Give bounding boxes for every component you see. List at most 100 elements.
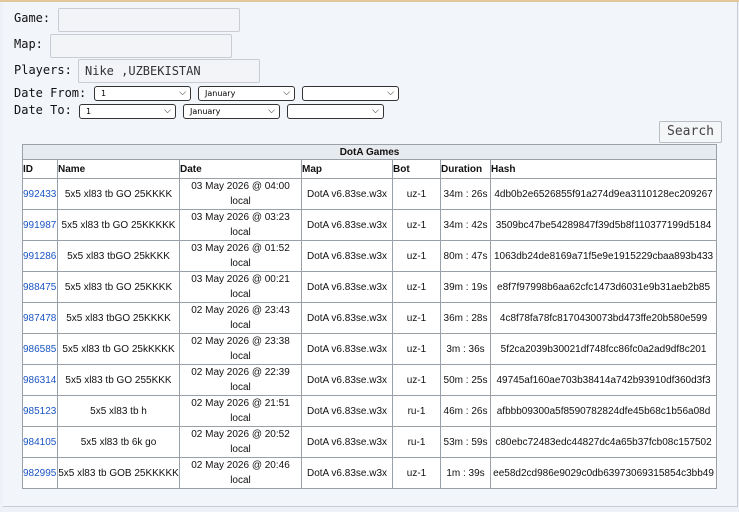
- game-bot: ru-1: [392, 426, 441, 458]
- games-table: DotA Games ID Name Date Map Bot Duration…: [21, 144, 718, 489]
- players-input[interactable]: Nike ,UZBEKISTAN: [78, 59, 260, 83]
- game-date: 03 May 2026 @ 03:23: [191, 212, 290, 223]
- game-bot: uz-1: [392, 178, 441, 210]
- date-from-day-select[interactable]: 1 ⌵: [94, 86, 191, 101]
- game-map: DotA v6.83se.w3x: [301, 457, 393, 489]
- date-to-day-value: 1: [86, 107, 92, 116]
- table-row: 982995 5x5 xl83 tb GOB 25KKKKK 02 May 2026…: [22, 457, 718, 489]
- game-hash: afbbb09300a5f8590782824dfe45b68c1b56a08d: [489, 395, 718, 427]
- date-to-label: Date To:: [14, 103, 72, 117]
- date-to-month-select[interactable]: January ⌵: [183, 104, 280, 119]
- game-hash: ee58d2cd986e9029c0db63973069315854c3bb49: [489, 457, 718, 489]
- game-hash: 5f2ca2039b30021df748fcc86fc0a2ad9df8c201: [489, 333, 718, 365]
- game-hash: 3509bc47be54289847f39d5b8f110377199d5184: [489, 209, 718, 241]
- date-from-label: Date From:: [14, 86, 87, 100]
- game-id-link[interactable]: 986314: [22, 364, 58, 396]
- game-name: 5x5 xl83 tb GO 25KKKK: [57, 271, 180, 303]
- date-from-year-select[interactable]: ⌵: [302, 86, 399, 101]
- chevron-down-icon: ⌵: [372, 106, 379, 116]
- chevron-down-icon: ⌵: [179, 88, 186, 98]
- table-row: 986585 5x5 xl83 tb GO 25kKKKK 02 May 2026 …: [22, 333, 718, 365]
- table-row: 986314 5x5 xl83 tb GO 255KKK 02 May 2026 @…: [22, 364, 718, 396]
- game-name: 5x5 xl83 tb GOB 25KKKKK: [57, 457, 180, 489]
- game-hash: 1063db24de8169a71f5e9e1915229cbaa893b433: [489, 240, 718, 272]
- game-date: 02 May 2026 @ 23:43: [191, 305, 290, 316]
- players-label: Players:: [14, 63, 72, 77]
- game-date: 03 May 2026 @ 04:00: [191, 181, 290, 192]
- date-from-month-select[interactable]: January ⌵: [198, 86, 295, 101]
- game-id-link[interactable]: 986585: [22, 333, 58, 365]
- game-timezone: local: [230, 382, 251, 393]
- game-date-cell: 03 May 2026 @ 00:21 local: [179, 271, 302, 303]
- column-header-map: Map: [301, 159, 393, 179]
- game-id-link[interactable]: 982995: [22, 457, 58, 489]
- game-id-link[interactable]: 985123: [22, 395, 58, 427]
- table-row: 991987 5x5 xl83 tb GO 25KKKKK 03 May 2026 …: [22, 209, 718, 241]
- column-header-duration: Duration: [440, 159, 491, 179]
- table-row: 991286 5x5 xl83 tbGO 25kKKK 03 May 2026 @ …: [22, 240, 718, 272]
- game-duration: 34m : 42s: [440, 209, 491, 241]
- search-button[interactable]: Search: [659, 121, 722, 143]
- game-bot: uz-1: [392, 333, 441, 365]
- game-duration: 34m : 26s: [440, 178, 491, 210]
- chevron-down-icon: ⌵: [283, 88, 290, 98]
- game-date-cell: 02 May 2026 @ 22:39 local: [179, 364, 302, 396]
- game-map: DotA v6.83se.w3x: [301, 426, 393, 458]
- game-date-cell: 02 May 2026 @ 20:46 local: [179, 457, 302, 489]
- date-from-month-value: January: [205, 89, 236, 98]
- game-duration: 46m : 26s: [440, 395, 491, 427]
- game-timezone: local: [230, 196, 251, 207]
- game-bot: ru-1: [392, 395, 441, 427]
- game-map: DotA v6.83se.w3x: [301, 333, 393, 365]
- game-duration: 3m : 36s: [440, 333, 491, 365]
- game-date-cell: 03 May 2026 @ 01:52 local: [179, 240, 302, 272]
- game-map: DotA v6.83se.w3x: [301, 178, 393, 210]
- chevron-down-icon: ⌵: [164, 106, 171, 116]
- game-date: 02 May 2026 @ 20:46: [191, 460, 290, 471]
- date-to-year-select[interactable]: ⌵: [287, 104, 384, 119]
- game-date-cell: 02 May 2026 @ 21:51 local: [179, 395, 302, 427]
- game-id-link[interactable]: 984105: [22, 426, 58, 458]
- column-header-name: Name: [57, 159, 180, 179]
- game-timezone: local: [230, 475, 251, 486]
- game-duration: 80m : 47s: [440, 240, 491, 272]
- game-id-link[interactable]: 987478: [22, 302, 58, 334]
- game-date-cell: 03 May 2026 @ 03:23 local: [179, 209, 302, 241]
- game-hash: 49745af160ae703b38414a742b93910df360d3f3: [489, 364, 718, 396]
- game-duration: 36m : 28s: [440, 302, 491, 334]
- game-timezone: local: [230, 320, 251, 331]
- table-row: 985123 5x5 xl83 tb h 02 May 2026 @ 21:51 lo…: [22, 395, 718, 427]
- chevron-down-icon: ⌵: [268, 106, 275, 116]
- column-header-date: Date: [179, 159, 302, 179]
- game-hash: e8f7f97998b6aa62cfc1473d6031e9b31aeb2b85: [489, 271, 718, 303]
- game-id-link[interactable]: 991286: [22, 240, 58, 272]
- game-input[interactable]: [58, 8, 240, 32]
- game-bot: uz-1: [392, 240, 441, 272]
- game-map: DotA v6.83se.w3x: [301, 302, 393, 334]
- table-row: 987478 5x5 xl83 tbGO 25KKKK 02 May 2026 @ …: [22, 302, 718, 334]
- map-input[interactable]: [50, 34, 232, 58]
- game-duration: 39m : 19s: [440, 271, 491, 303]
- game-name: 5x5 xl83 tb GO 25kKKKK: [57, 333, 180, 365]
- chevron-down-icon: ⌵: [387, 88, 394, 98]
- game-map: DotA v6.83se.w3x: [301, 364, 393, 396]
- game-date-cell: 02 May 2026 @ 23:38 local: [179, 333, 302, 365]
- date-to-day-select[interactable]: 1 ⌵: [79, 104, 176, 119]
- game-id-link[interactable]: 992433: [22, 178, 58, 210]
- game-duration: 53m : 59s: [440, 426, 491, 458]
- date-to-month-value: January: [190, 107, 221, 116]
- game-id-link[interactable]: 988475: [22, 271, 58, 303]
- column-header-id: ID: [22, 159, 58, 179]
- game-id-link[interactable]: 991987: [22, 209, 58, 241]
- game-bot: uz-1: [392, 364, 441, 396]
- game-timezone: local: [230, 413, 251, 424]
- game-name: 5x5 xl83 tbGO 25kKKK: [57, 240, 180, 272]
- column-header-bot: Bot: [392, 159, 441, 179]
- game-date: 02 May 2026 @ 21:51: [191, 398, 290, 409]
- game-bot: uz-1: [392, 209, 441, 241]
- game-name: 5x5 xl83 tb GO 25KKKKK: [57, 209, 180, 241]
- game-map: DotA v6.83se.w3x: [301, 209, 393, 241]
- game-bot: uz-1: [392, 302, 441, 334]
- game-map: DotA v6.83se.w3x: [301, 271, 393, 303]
- game-timezone: local: [230, 258, 251, 269]
